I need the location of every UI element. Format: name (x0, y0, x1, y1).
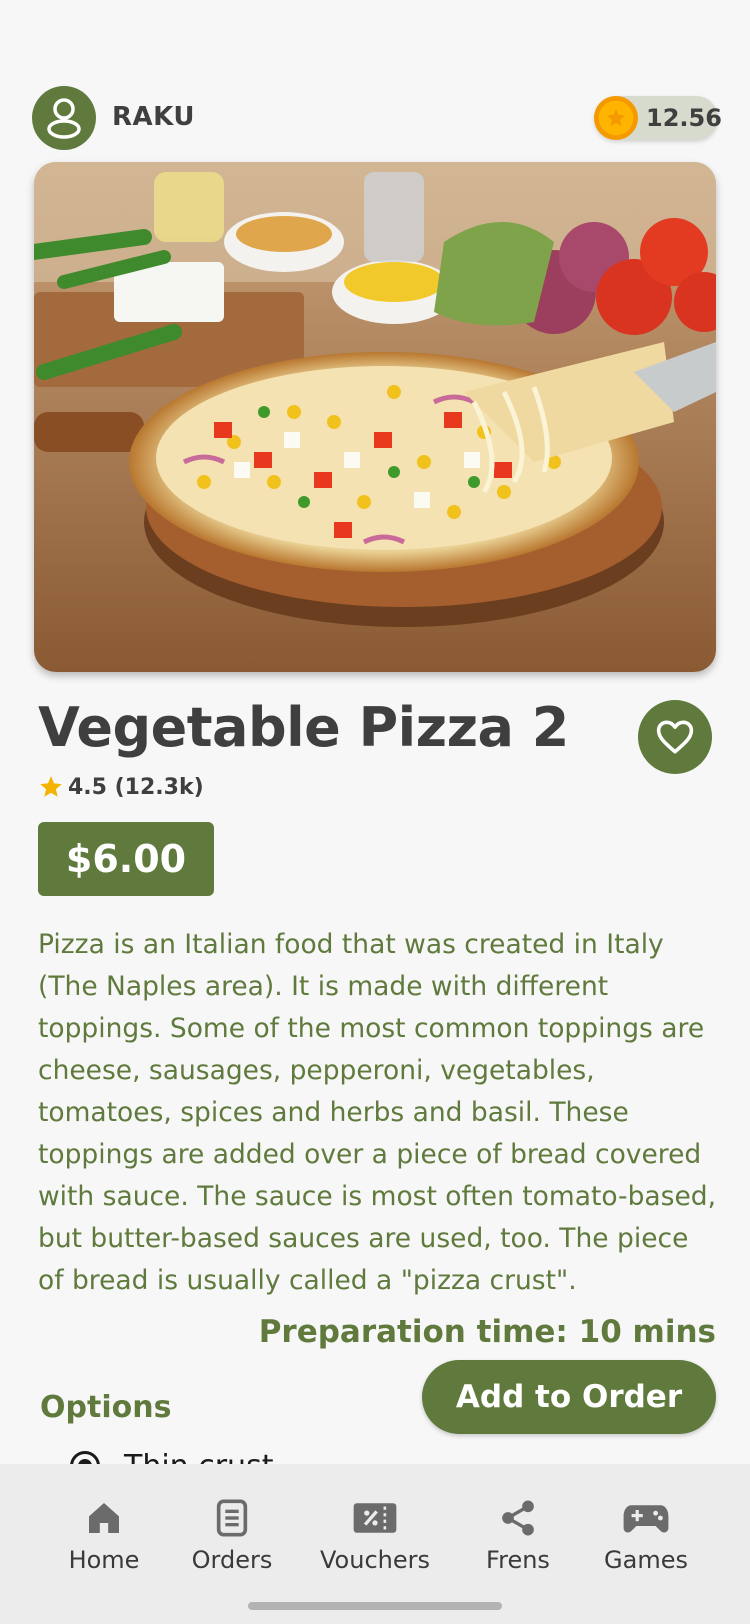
vouchers-icon (353, 1503, 397, 1533)
price-badge: $6.00 (38, 822, 214, 896)
header: RAKU 12.56 (32, 86, 722, 150)
nav-label-games: Games (604, 1546, 688, 1574)
product-image (34, 162, 716, 672)
product-description: Pizza is an Italian food that was create… (38, 929, 717, 1296)
home-indicator[interactable] (248, 1602, 502, 1610)
nav-label-home: Home (68, 1546, 140, 1574)
rating: 4.5 (12.3k) (38, 772, 204, 802)
avatar[interactable] (32, 86, 96, 150)
nav-item-home[interactable]: Home (34, 1496, 174, 1574)
bottom-navigation: Home Orders Vouchers Frens Games (0, 1464, 750, 1624)
nav-item-frens[interactable]: Frens (448, 1496, 588, 1574)
gamepad-icon (623, 1505, 669, 1533)
rating-text: 4.5 (12.3k) (68, 774, 204, 800)
username: RAKU (112, 102, 195, 132)
nav-item-games[interactable]: Games (576, 1496, 716, 1574)
nav-label-frens: Frens (486, 1546, 550, 1574)
coin-icon (594, 96, 638, 140)
add-to-order-button[interactable]: Add to Order (422, 1360, 716, 1434)
product-title: Vegetable Pizza 2 (38, 696, 569, 759)
coin-value: 12.56 (646, 104, 722, 132)
orders-icon (216, 1499, 248, 1537)
favorite-button[interactable] (638, 700, 712, 774)
heart-icon (656, 720, 694, 754)
nav-label-orders: Orders (191, 1546, 273, 1574)
preparation-time: Preparation time: 10 mins (258, 1314, 716, 1350)
user-icon (47, 98, 81, 139)
home-icon (89, 1503, 119, 1533)
nav-item-vouchers[interactable]: Vouchers (305, 1496, 445, 1574)
options-heading: Options (40, 1390, 172, 1425)
nav-item-orders[interactable]: Orders (162, 1496, 302, 1574)
nav-label-vouchers: Vouchers (320, 1546, 430, 1574)
star-icon (38, 774, 64, 800)
coin-balance[interactable]: 12.56 (594, 96, 722, 140)
share-icon (502, 1500, 534, 1536)
